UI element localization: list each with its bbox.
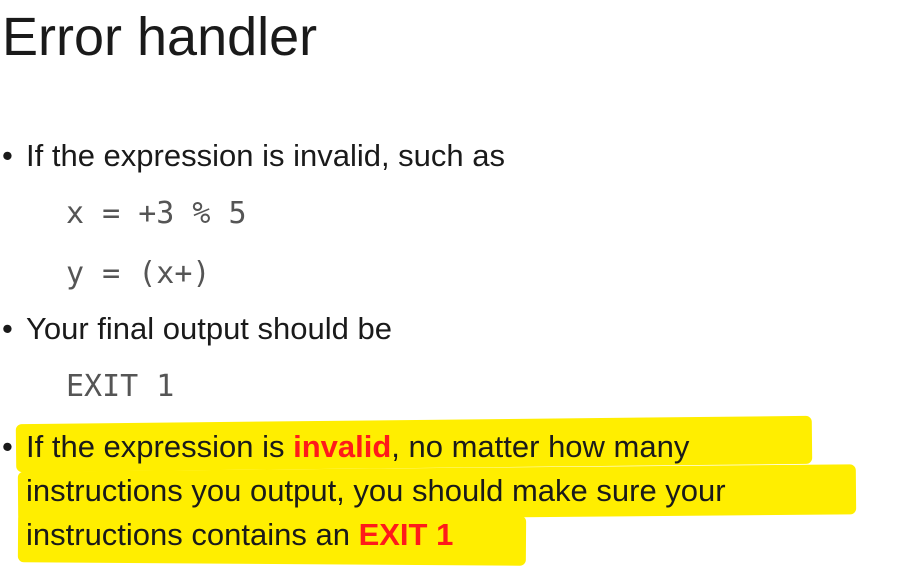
code-line-exit: EXIT 1 (66, 369, 175, 404)
highlighted-line-3: instructions contains an EXIT 1 (26, 513, 453, 557)
line3-before: instructions contains an (26, 517, 359, 552)
code-line-x: x = +3 % 5 (66, 196, 247, 231)
bullet-dot: • (2, 429, 13, 464)
bullet-item-final-output: • Your final output should be (2, 307, 392, 351)
slide-title: Error handler (2, 7, 318, 67)
highlighted-line-2: instructions you output, you should make… (26, 473, 726, 508)
bullet-dot: • (2, 311, 13, 346)
bullet-item-invalid-example: • If the expression is invalid, such as (2, 134, 505, 178)
bullet-dot: • (2, 138, 13, 173)
bullet-text: If the expression is invalid, such as (26, 138, 506, 173)
code-line-y: y = (x+) (66, 256, 211, 291)
bullet-text: Your final output should be (26, 311, 392, 346)
emphasis-exit: EXIT 1 (358, 517, 454, 552)
highlighted-line-1: If the expression is invalid, no matter … (26, 425, 689, 469)
line1-before: If the expression is (26, 429, 294, 464)
line1-after: , no matter how many (391, 429, 690, 464)
emphasis-invalid: invalid (293, 429, 392, 464)
